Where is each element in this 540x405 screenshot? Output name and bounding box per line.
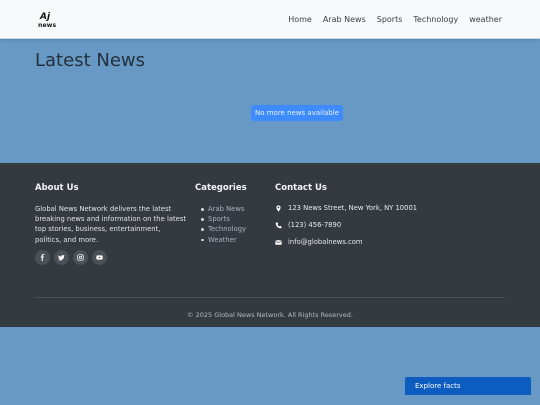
site-logo[interactable]: Aj news	[38, 12, 60, 30]
contact-heading: Contact Us	[275, 183, 327, 193]
about-heading: About Us	[35, 183, 79, 193]
logo-text: news	[38, 22, 57, 29]
nav-links: Home Arab News Sports Technology weather	[277, 14, 502, 25]
nav-link-technology[interactable]: Technology	[413, 14, 458, 25]
categories-list: Arab News Sports Technology Weather	[201, 204, 246, 245]
nav-link-weather[interactable]: weather	[469, 14, 502, 25]
contact-address-text: 123 News Street, New York, NY 10001	[288, 204, 418, 212]
contact-email: info@globalnews.com	[275, 238, 363, 247]
no-more-news-button[interactable]: No more news available	[251, 105, 343, 121]
footer: About Us Global News Network delivers th…	[0, 163, 540, 327]
nav-link-home[interactable]: Home	[288, 14, 312, 25]
categories-heading: Categories	[195, 183, 247, 193]
category-link-arab-news[interactable]: Arab News	[201, 204, 246, 214]
copyright-text: © 2025 Global News Network. All Rights R…	[187, 311, 353, 319]
facebook-icon[interactable]	[35, 250, 50, 265]
logo-mark: Aj	[40, 12, 51, 22]
youtube-icon[interactable]	[92, 250, 107, 265]
map-marker-icon	[276, 205, 281, 212]
nav-link-arab-news[interactable]: Arab News	[323, 14, 366, 25]
navbar: Aj news Home Arab News Sports Technology…	[0, 0, 540, 39]
contact-email-text[interactable]: info@globalnews.com	[288, 238, 363, 247]
twitter-icon[interactable]	[54, 250, 69, 265]
explore-facts-button[interactable]: Explore facts	[405, 377, 531, 395]
category-link-weather[interactable]: Weather	[201, 235, 246, 245]
contact-phone-text: (123) 456-7890	[288, 221, 342, 229]
instagram-icon[interactable]	[73, 250, 88, 265]
page-title: Latest News	[35, 50, 145, 71]
category-link-sports[interactable]: Sports	[201, 214, 246, 224]
footer-divider	[35, 297, 505, 298]
contact-phone: (123) 456-7890	[275, 221, 341, 230]
envelope-icon	[275, 240, 282, 245]
phone-icon	[275, 222, 282, 229]
category-link-technology[interactable]: Technology	[201, 224, 246, 234]
about-text: Global News Network delivers the latest …	[35, 205, 187, 244]
contact-address: 123 News Street, New York, NY 10001	[275, 204, 417, 213]
social-links	[35, 250, 111, 265]
nav-link-sports[interactable]: Sports	[377, 14, 403, 25]
